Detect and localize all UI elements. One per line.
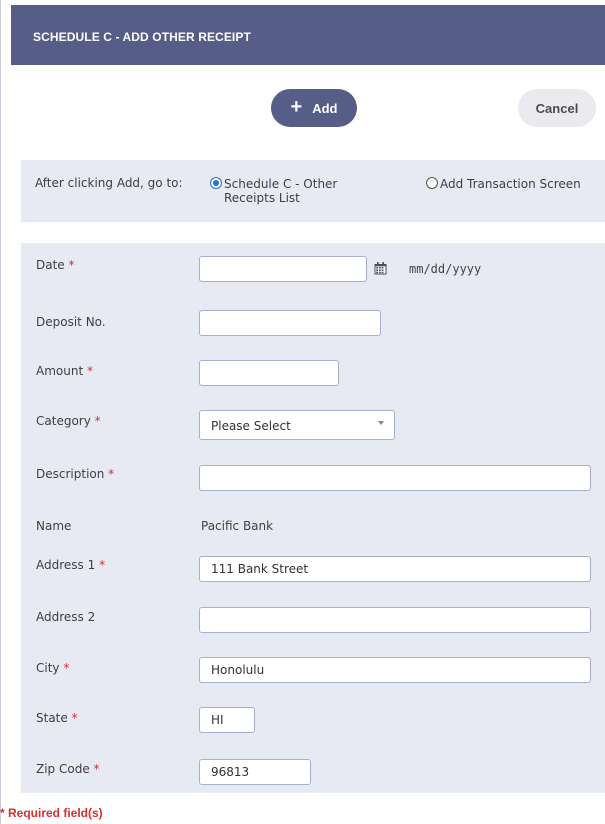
cancel-button[interactable]: Cancel bbox=[518, 89, 596, 127]
state-input[interactable] bbox=[199, 707, 255, 733]
description-label: Description * bbox=[36, 467, 115, 481]
date-format-hint: mm/dd/yyyy bbox=[409, 262, 482, 276]
receipt-form: Date * mm/dd/yyyy Deposit No. Amount * C… bbox=[21, 243, 605, 793]
radio-other-receipts-list[interactable] bbox=[210, 177, 222, 189]
name-label: Name bbox=[36, 519, 72, 533]
description-input[interactable] bbox=[199, 465, 591, 491]
plus-icon: + bbox=[290, 96, 303, 118]
after-add-options: After clicking Add, go to: Schedule C - … bbox=[21, 160, 605, 222]
zip-code-input[interactable] bbox=[199, 759, 311, 785]
state-label: State * bbox=[36, 711, 78, 725]
radio-other-receipts-list-label[interactable]: Schedule C - Other Receipts List bbox=[224, 177, 366, 205]
date-input[interactable] bbox=[199, 256, 367, 282]
dialog-title: SCHEDULE C - ADD OTHER RECEIPT bbox=[33, 30, 251, 44]
category-label: Category * bbox=[36, 414, 101, 428]
city-label: City * bbox=[36, 661, 70, 675]
deposit-no-input[interactable] bbox=[199, 310, 381, 336]
zip-code-label: Zip Code * bbox=[36, 762, 100, 776]
required-fields-note: * Required field(s) bbox=[0, 806, 103, 820]
add-button[interactable]: + Add bbox=[271, 89, 357, 127]
radio-add-transaction[interactable] bbox=[426, 177, 438, 189]
category-select-value: Please Select bbox=[211, 419, 291, 433]
address1-input[interactable] bbox=[199, 556, 591, 582]
amount-label: Amount * bbox=[36, 364, 93, 378]
deposit-no-label: Deposit No. bbox=[36, 315, 106, 329]
city-input[interactable] bbox=[199, 657, 591, 683]
after-add-label: After clicking Add, go to: bbox=[35, 176, 183, 190]
address1-label: Address 1 * bbox=[36, 558, 106, 572]
category-select[interactable]: Please Select bbox=[199, 410, 395, 440]
calendar-icon[interactable] bbox=[374, 262, 387, 275]
chevron-down-icon bbox=[378, 421, 384, 425]
address2-input[interactable] bbox=[199, 607, 591, 633]
name-value: Pacific Bank bbox=[201, 519, 274, 533]
radio-add-transaction-label[interactable]: Add Transaction Screen bbox=[440, 177, 590, 191]
amount-input[interactable] bbox=[199, 360, 339, 386]
address2-label: Address 2 bbox=[36, 610, 96, 624]
date-label: Date * bbox=[36, 258, 75, 272]
add-button-label: Add bbox=[312, 100, 338, 116]
dialog-header: SCHEDULE C - ADD OTHER RECEIPT bbox=[11, 5, 605, 65]
left-border bbox=[0, 0, 1, 824]
